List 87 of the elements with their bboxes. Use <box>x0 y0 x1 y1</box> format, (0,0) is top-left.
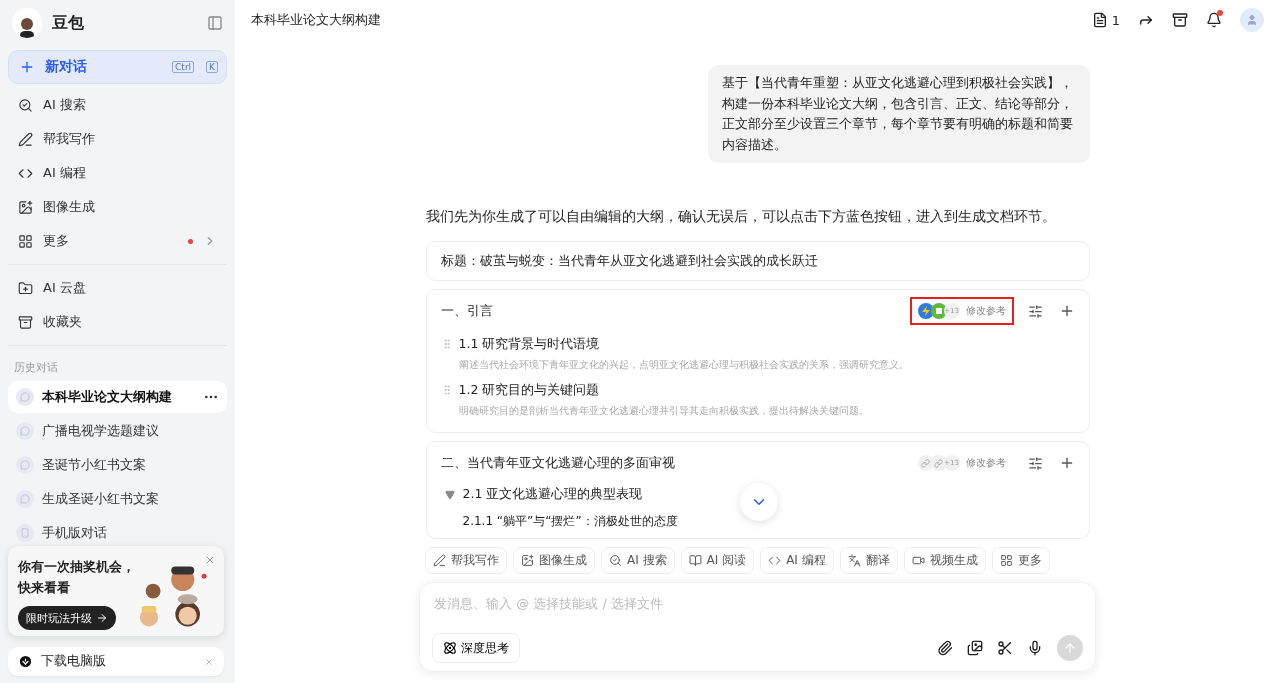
chat-icon <box>16 422 34 440</box>
archive-icon <box>1172 12 1188 28</box>
quick-action-button[interactable]: AI 阅读 <box>680 547 755 574</box>
image-icon <box>521 554 534 567</box>
section-title[interactable]: 一、引言 <box>440 302 902 320</box>
shortcut-key: K <box>206 61 218 73</box>
section-title[interactable]: 二、当代青年亚文化逃避心理的多面审视 <box>440 454 902 472</box>
avatar <box>12 8 42 38</box>
deep-think-button[interactable]: 深度思考 <box>432 633 520 663</box>
attach-icon[interactable] <box>937 640 953 656</box>
document-icon <box>1091 12 1108 28</box>
link-icon <box>917 455 934 471</box>
download-icon <box>18 654 33 669</box>
user-icon <box>1246 14 1258 26</box>
close-icon[interactable] <box>204 554 216 566</box>
quick-action-button[interactable]: 翻译 <box>839 547 898 574</box>
grid-icon <box>999 554 1013 567</box>
quick-action-button[interactable]: AI 编程 <box>760 547 834 574</box>
pen-icon <box>433 554 446 567</box>
title-card[interactable]: 标题：破茧与蜕变：当代青年从亚文化逃避到社会实践的成长跃迁 <box>425 241 1090 281</box>
new-chat-button[interactable]: 新对话 Ctrl K <box>8 50 227 84</box>
microphone-icon[interactable] <box>1027 640 1043 656</box>
chat-icon <box>16 456 34 474</box>
pen-icon <box>18 131 33 147</box>
collapse-triangle-icon[interactable] <box>444 489 455 500</box>
bell-icon <box>1206 12 1222 28</box>
quick-action-button[interactable]: 视频生成 <box>903 547 986 574</box>
sidebar-item[interactable]: AI 云盘 <box>8 271 227 305</box>
sidebar-item[interactable]: AI 搜索 <box>8 88 227 122</box>
sidebar-item[interactable]: 更多 <box>8 224 227 258</box>
source-logo-icon <box>917 303 934 319</box>
subsection-description: 阐述当代社会环境下青年亚文化的兴起，点明亚文化逃避心理与积极社会实践的关系，强调研究意义。 <box>458 359 909 372</box>
settings-icon[interactable] <box>1027 455 1043 471</box>
code-icon <box>768 554 782 567</box>
history-item[interactable]: 广播电视学选题建议 <box>8 415 227 447</box>
phone-icon <box>16 524 34 542</box>
user-avatar[interactable] <box>1240 8 1264 32</box>
quick-action-button[interactable]: 更多 <box>991 547 1050 574</box>
translate-icon <box>847 554 861 567</box>
subsection-title[interactable]: 1.1 研究背景与时代语境 <box>458 336 909 353</box>
promo-text: 你有一次抽奖机会， 快来看看 <box>18 558 135 597</box>
sidebar-item[interactable]: 收藏夹 <box>8 305 227 339</box>
settings-icon[interactable] <box>1027 303 1043 319</box>
atom-icon <box>443 641 457 655</box>
search-icon <box>18 97 33 113</box>
book-icon <box>688 554 702 567</box>
sidebar-item[interactable]: 帮我写作 <box>8 122 227 156</box>
promo-button[interactable]: 限时玩法升级 <box>18 606 116 630</box>
search-icon <box>609 554 622 567</box>
conversation-title: 本科毕业论文大纲构建 <box>251 11 382 29</box>
user-message: 基于【当代青年重塑：从亚文化逃避心理到积极社会实践】，构建一份本科毕业论文大纲，包含引言、正文、结论等部分，正文部分至少设置三个章节，每个章节要有明确的标题和简要内容描述。 <box>707 65 1090 163</box>
subsection-title[interactable]: 2.1 亚文化逃避心理的典型表现 <box>462 486 643 503</box>
reply-text: 我们先为你生成了可以自由编辑的大纲，确认无误后，可以点击下方蓝色按钮，进入到生成文档环节。 <box>425 208 1057 226</box>
chat-icon <box>16 388 34 406</box>
documents-button[interactable]: 1 <box>1091 12 1120 28</box>
source-logo-icon <box>930 303 947 319</box>
arrow-icon <box>96 612 108 624</box>
arrow-up-icon <box>1063 640 1077 656</box>
save-button[interactable] <box>1172 12 1188 28</box>
subsection-title[interactable]: 1.2 研究目的与关键问题 <box>458 382 869 399</box>
plus-icon <box>19 59 35 75</box>
quick-action-button[interactable]: 帮我写作 <box>425 547 507 574</box>
grid-icon <box>18 233 33 249</box>
sidebar-item[interactable]: AI 编程 <box>8 156 227 190</box>
shortcut-key: Ctrl <box>172 61 195 73</box>
quick-action-button[interactable]: AI 搜索 <box>601 547 675 574</box>
folder-icon <box>18 280 33 296</box>
history-item[interactable]: 圣诞节小红书文案 <box>8 449 227 481</box>
section-heading: 历史对话 <box>13 360 59 376</box>
archive-icon <box>18 314 33 330</box>
subsection-title[interactable]: 2.1.1 “躺平”与“摆烂”：消极处世的态度 <box>440 513 1075 530</box>
sidebar-item[interactable]: 图像生成 <box>8 190 227 224</box>
image-icon <box>18 199 33 215</box>
chat-icon <box>16 490 34 508</box>
scissors-icon[interactable] <box>997 640 1013 656</box>
images-icon[interactable] <box>967 640 983 656</box>
history-item[interactable]: 本科毕业论文大纲构建 <box>8 381 227 413</box>
subsection-description: 明确研究目的是剖析当代青年亚文化逃避心理并引导其走向积极实践，提出待解决关键问题。 <box>458 405 869 418</box>
history-item[interactable]: 手机版对话 <box>8 517 227 549</box>
history-item[interactable]: 生成圣诞小红书文案 <box>8 483 227 515</box>
video-icon <box>911 554 925 567</box>
brand-name: 豆包 <box>52 12 85 34</box>
notifications-button[interactable] <box>1206 12 1222 28</box>
sidebar-toggle-icon[interactable] <box>207 15 223 31</box>
link-icon <box>930 455 947 471</box>
quick-action-button[interactable]: 图像生成 <box>513 547 595 574</box>
download-banner[interactable]: 下载电脑版 <box>8 647 224 676</box>
